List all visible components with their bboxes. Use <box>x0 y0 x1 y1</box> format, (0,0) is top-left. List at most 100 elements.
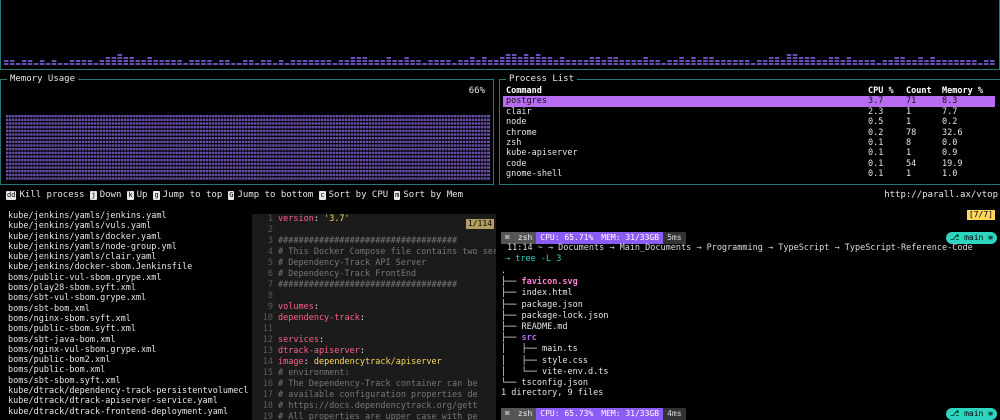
cpu-graph-bar <box>117 54 122 56</box>
memory-bar-gap <box>271 115 273 181</box>
process-row[interactable]: node 0.5 1 0.2 <box>503 117 995 127</box>
cpu-graph-bar <box>21 60 27 62</box>
memory-bar-gap <box>153 115 155 181</box>
help-item: dd Kill process <box>6 188 84 202</box>
cpu-graph-bar <box>201 60 206 62</box>
column-header-memory[interactable]: Memory % <box>942 86 992 96</box>
memory-bar-gap <box>211 115 212 181</box>
process-row[interactable]: kube-apiserver 0.1 1 0.9 <box>503 148 995 158</box>
cpu-graph-bar <box>930 60 935 62</box>
file-list-item[interactable]: kube/dtrack/dtrack-frontend-deployment.y… <box>8 407 248 417</box>
column-header-count[interactable]: Count <box>906 86 942 96</box>
code-editor[interactable]: 1/114 1 version: '3.7' 2 3 #################… <box>252 214 496 420</box>
file-list-item[interactable]: boms/public-bom2.xml <box>8 355 248 365</box>
memory-bar-gap <box>26 115 28 181</box>
memory-bar-gap <box>35 115 37 181</box>
cpu-graph-bar <box>894 63 899 65</box>
cpu-graph-bar <box>559 57 565 59</box>
file-list-item[interactable]: kube/dtrack/dependency-track-persistentv… <box>8 386 248 396</box>
cpu-graph-bar <box>936 63 941 65</box>
tree-file: package.json <box>521 299 583 310</box>
tree-file: package-lock.json <box>521 310 609 321</box>
file-list-item[interactable]: kube/jenkins/yamls/docker.yaml <box>8 232 248 242</box>
memory-bar-gap <box>317 115 318 181</box>
file-list-item[interactable]: kube/dtrack/dtrack-apiserver-service.yam… <box>8 396 248 406</box>
process-row[interactable]: chrome 0.2 78 32.6 <box>503 128 995 138</box>
memory-bar-gap <box>59 115 61 181</box>
cpu-graph-bar <box>290 60 296 62</box>
cpu-graph-bar <box>924 60 929 62</box>
cpu-graph-bar <box>679 60 684 62</box>
file-list-item[interactable]: kube/jenkins/yamls/clair.yaml <box>8 252 248 262</box>
code-token: services <box>278 335 319 345</box>
cpu-graph-bar <box>625 60 630 62</box>
file-list-item[interactable]: boms/nginx-vul-sbom.grype.xml <box>8 345 248 355</box>
cpu-graph-bar <box>123 57 128 59</box>
cpu-graph-bar <box>81 63 87 65</box>
cpu-graph-bar <box>51 63 57 65</box>
cpu-graph-bar <box>476 63 481 65</box>
cpu-graph-bar <box>535 63 541 65</box>
terminal[interactable]: [7/7] ⌘ zsh CPU: 65.71% MEM: 31/33GB 5ms… <box>499 210 1000 420</box>
file-list-item[interactable]: kube/jenkins/docker-sbom.Jenkinsfile <box>8 262 248 272</box>
process-row[interactable]: code 0.1 54 19.9 <box>503 159 995 169</box>
file-list-item[interactable]: boms/public-vul-sbom.grype.xml <box>8 273 248 283</box>
process-row[interactable]: postgres 3.7 71 8.3 <box>503 96 995 107</box>
file-list-item[interactable]: boms/sbt-java-bom.xml <box>8 335 248 345</box>
cpu-graph-bar <box>774 60 780 62</box>
line-text: # Dependency-Track API Server <box>278 258 426 269</box>
cpu-graph-bar <box>637 63 642 65</box>
memory-bar-gap <box>347 115 348 181</box>
cpu-graph-bar <box>261 60 266 62</box>
cpu-graph-bar <box>302 60 308 62</box>
file-list-item[interactable]: kube/jenkins/yamls/node-group.yml <box>8 242 248 252</box>
help-url[interactable]: http://parall.ax/vtop <box>884 188 998 202</box>
editor-line: 10 dependency-track: <box>252 313 496 324</box>
cpu-graph-bar <box>631 63 636 65</box>
file-list-item[interactable]: boms/sbt-vul-sbom.grype.xml <box>8 293 248 303</box>
file-list-item[interactable]: boms/public-sbom.syft.xml <box>8 324 248 334</box>
cpu-graph-bar <box>10 63 15 65</box>
cpu-graph-bar <box>296 60 302 62</box>
cpu-graph-bar <box>320 60 326 62</box>
file-list-item[interactable]: kube/jenkins/yamls/jenkins.yaml <box>8 211 248 221</box>
file-list-item[interactable]: boms/sbt-sbom.syft.xml <box>8 376 248 386</box>
tree-line: ├── index.html <box>501 288 573 299</box>
memory-bar-gap <box>289 115 291 181</box>
process-row[interactable]: clair 2.3 1 7.7 <box>503 107 995 117</box>
file-list-item[interactable]: boms/nginx-sbom.syft.xml <box>8 314 248 324</box>
memory-bar-gap <box>344 115 345 181</box>
cpu-graph-bar <box>607 60 613 62</box>
column-header-cpu[interactable]: CPU % <box>868 86 906 96</box>
process-row[interactable]: zsh 0.1 8 0.0 <box>503 138 995 148</box>
cpu-graph-bar <box>470 60 475 62</box>
line-number: 10 <box>262 313 273 323</box>
cpu-graph-bar <box>506 54 511 56</box>
line-number: 15 <box>262 368 273 378</box>
file-list-item[interactable]: boms/public-bom.xml <box>8 365 248 375</box>
file-list-item[interactable]: boms/sbt-bom.xml <box>8 304 248 314</box>
cpu-graph-bar <box>715 63 720 65</box>
help-item: j Down <box>90 188 121 202</box>
process-command: zsh <box>506 137 522 148</box>
memory-bar-gap <box>78 115 79 181</box>
cpu-graph-bar <box>607 63 613 65</box>
memory-bar-gap <box>392 115 394 181</box>
process-cpu: 0.1 <box>868 148 884 159</box>
cpu-graph-bar <box>33 63 39 65</box>
memory-bar-gap <box>87 115 88 181</box>
file-list-item[interactable]: kube/jenkins/yamls/vuls.yaml <box>8 221 248 231</box>
line-text: dependency-track: <box>278 313 365 324</box>
cpu-graph-bar <box>553 60 559 62</box>
process-memory: 0.9 <box>942 148 958 159</box>
memory-bar-gap <box>165 115 167 181</box>
process-row[interactable]: gnome-shell 0.1 1 1.0 <box>503 169 995 179</box>
memory-bar-gap <box>84 115 85 181</box>
memory-bar-gap <box>183 115 185 181</box>
tree-branch: ├── <box>501 333 522 344</box>
file-list-item[interactable]: boms/play28-sbom.syft.xml <box>8 283 248 293</box>
cpu-graph-bar <box>936 60 941 62</box>
process-cpu: 3.7 <box>868 96 884 107</box>
cpu-graph-bar <box>774 57 780 59</box>
column-header-command[interactable]: Command <box>506 86 868 96</box>
